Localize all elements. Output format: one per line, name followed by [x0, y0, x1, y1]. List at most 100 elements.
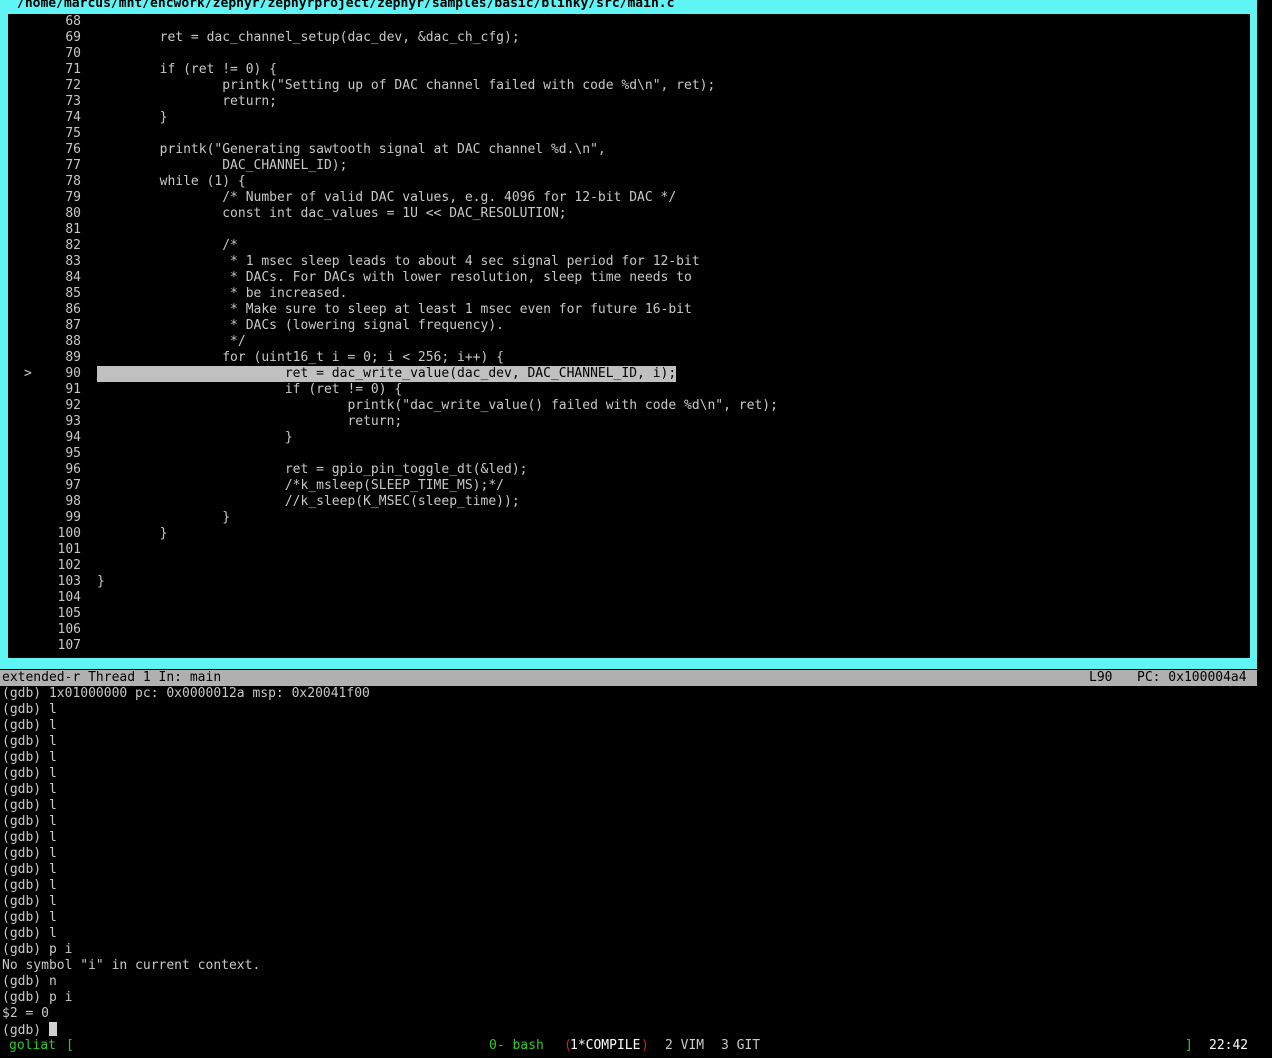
- line-code: }: [97, 430, 293, 445]
- line-number: 70: [65, 46, 81, 61]
- line-number: 97: [65, 478, 81, 493]
- console-line: (gdb) l: [2, 766, 57, 781]
- text-cursor: [48, 1022, 57, 1036]
- line-number: 84: [65, 270, 81, 285]
- gdb-prompt: (gdb): [2, 1023, 49, 1038]
- line-number: 91: [65, 382, 81, 397]
- line-code: * Make sure to sleep at least 1 msec eve…: [97, 302, 692, 317]
- line-code: * DACs (lowering signal frequency).: [97, 318, 504, 333]
- line-code: printk("dac_write_value() failed with co…: [97, 398, 778, 413]
- line-code: return;: [97, 414, 403, 429]
- line-number: 78: [65, 174, 81, 189]
- line-number: 95: [65, 446, 81, 461]
- line-number: 81: [65, 222, 81, 237]
- line-number: 69: [65, 30, 81, 45]
- target-thread-info: extended-r Thread 1 In: main: [2, 670, 222, 685]
- line-code: * be increased.: [97, 286, 348, 301]
- line-code: ret = dac_write_value(dac_dev, DAC_CHANN…: [97, 366, 677, 382]
- console-line: (gdb) l: [2, 830, 57, 845]
- line-number: 83: [65, 254, 81, 269]
- line-number: 80: [65, 206, 81, 221]
- console-line: (gdb) p i: [2, 942, 73, 957]
- line-number: 76: [65, 142, 81, 157]
- source-code-view[interactable]: 68 69 ret = dac_channel_setup(dac_dev, &d…: [8, 14, 1250, 658]
- console-line: (gdb) l: [2, 846, 57, 861]
- line-code: return;: [97, 94, 278, 109]
- console-line: (gdb) l: [2, 894, 57, 909]
- source-window: 68 69 ret = dac_channel_setup(dac_dev, &d…: [0, 0, 1257, 669]
- console-line: (gdb) l: [2, 798, 57, 813]
- tmux-left-bracket: [: [66, 1038, 74, 1053]
- console-line: (gdb) l: [2, 814, 57, 829]
- line-code: */: [97, 334, 246, 349]
- console-line: No symbol "i" in current context.: [2, 958, 261, 973]
- line-code: printk("Generating sawtooth signal at DA…: [97, 142, 606, 157]
- current-line-indicator: L90: [1089, 670, 1113, 685]
- line-number: 90: [65, 366, 81, 381]
- tmux-status-bar: goliat [ 0- bash ( 1*COMPILE ) 2 VIM 3 G…: [0, 1038, 1272, 1054]
- line-number: 73: [65, 94, 81, 109]
- line-number: 99: [65, 510, 81, 525]
- line-number: 75: [65, 126, 81, 141]
- tmux-window-compile[interactable]: 1*COMPILE: [570, 1038, 640, 1054]
- console-line: (gdb) l: [2, 718, 57, 733]
- console-line: (gdb) l: [2, 734, 57, 749]
- line-number: 74: [65, 110, 81, 125]
- console-line: (gdb) l: [2, 782, 57, 797]
- line-code: printk("Setting up of DAC channel failed…: [97, 78, 716, 93]
- line-number: 102: [57, 558, 81, 573]
- console-prompt-line[interactable]: (gdb): [0, 1022, 1257, 1038]
- line-number: 92: [65, 398, 81, 413]
- line-code: }: [97, 574, 105, 589]
- line-number: 100: [57, 526, 81, 541]
- line-code: DAC_CHANNEL_ID);: [97, 158, 348, 173]
- line-number: 107: [57, 638, 81, 653]
- line-number: 71: [65, 62, 81, 77]
- gdb-status-bar: extended-r Thread 1 In: main L90 PC: 0x1…: [0, 670, 1257, 686]
- line-code: }: [97, 510, 231, 525]
- tmux-window-vim[interactable]: 2 VIM: [665, 1038, 704, 1054]
- console-line: (gdb) l: [2, 750, 57, 765]
- tmux-active-close: ): [641, 1038, 649, 1053]
- line-code: //k_sleep(K_MSEC(sleep_time));: [97, 494, 520, 509]
- line-number: 98: [65, 494, 81, 509]
- tmux-window-git[interactable]: 3 GIT: [721, 1038, 760, 1054]
- line-number: 77: [65, 158, 81, 173]
- line-number: 103: [57, 574, 81, 589]
- gdb-console[interactable]: (gdb) 1x01000000 pc: 0x0000012a msp: 0x2…: [0, 686, 1257, 1038]
- tmux-window-bash[interactable]: 0- bash: [489, 1038, 544, 1054]
- line-number: 87: [65, 318, 81, 333]
- console-line: (gdb) n: [2, 974, 57, 989]
- console-line: (gdb) l: [2, 910, 57, 925]
- line-number: 96: [65, 462, 81, 477]
- console-history: (gdb) 1x01000000 pc: 0x0000012a msp: 0x2…: [0, 686, 1257, 1022]
- line-code: * 1 msec sleep leads to about 4 sec sign…: [97, 254, 700, 269]
- tmux-clock: 22:42: [1209, 1038, 1249, 1053]
- line-code: while (1) {: [97, 174, 246, 189]
- console-line: (gdb) l: [2, 878, 57, 893]
- console-line: (gdb) l: [2, 702, 57, 717]
- line-code: ret = dac_channel_setup(dac_dev, &dac_ch…: [97, 30, 520, 45]
- line-number: 105: [57, 606, 81, 621]
- line-code: * DACs. For DACs with lower resolution, …: [97, 270, 692, 285]
- line-number: 93: [65, 414, 81, 429]
- line-code: for (uint16_t i = 0; i < 256; i++) {: [97, 350, 504, 365]
- line-number: 86: [65, 302, 81, 317]
- line-number: 68: [65, 14, 81, 29]
- line-number: 106: [57, 622, 81, 637]
- console-line: $2 = 0: [2, 1006, 49, 1021]
- line-number: 79: [65, 190, 81, 205]
- tmux-right-bracket: ]: [1185, 1038, 1193, 1053]
- line-code: /*: [97, 238, 238, 253]
- tmux-hostname: goliat: [9, 1038, 56, 1053]
- line-number: 88: [65, 334, 81, 349]
- program-counter-indicator: PC: 0x100004a4: [1137, 670, 1247, 685]
- line-number: 89: [65, 350, 81, 365]
- line-code: if (ret != 0) {: [97, 382, 403, 397]
- line-code: /* Number of valid DAC values, e.g. 4096…: [97, 190, 677, 205]
- execution-marker: >: [24, 366, 32, 381]
- line-number: 104: [57, 590, 81, 605]
- line-number: 82: [65, 238, 81, 253]
- line-number: 101: [57, 542, 81, 557]
- console-line: (gdb) 1x01000000 pc: 0x0000012a msp: 0x2…: [2, 686, 370, 701]
